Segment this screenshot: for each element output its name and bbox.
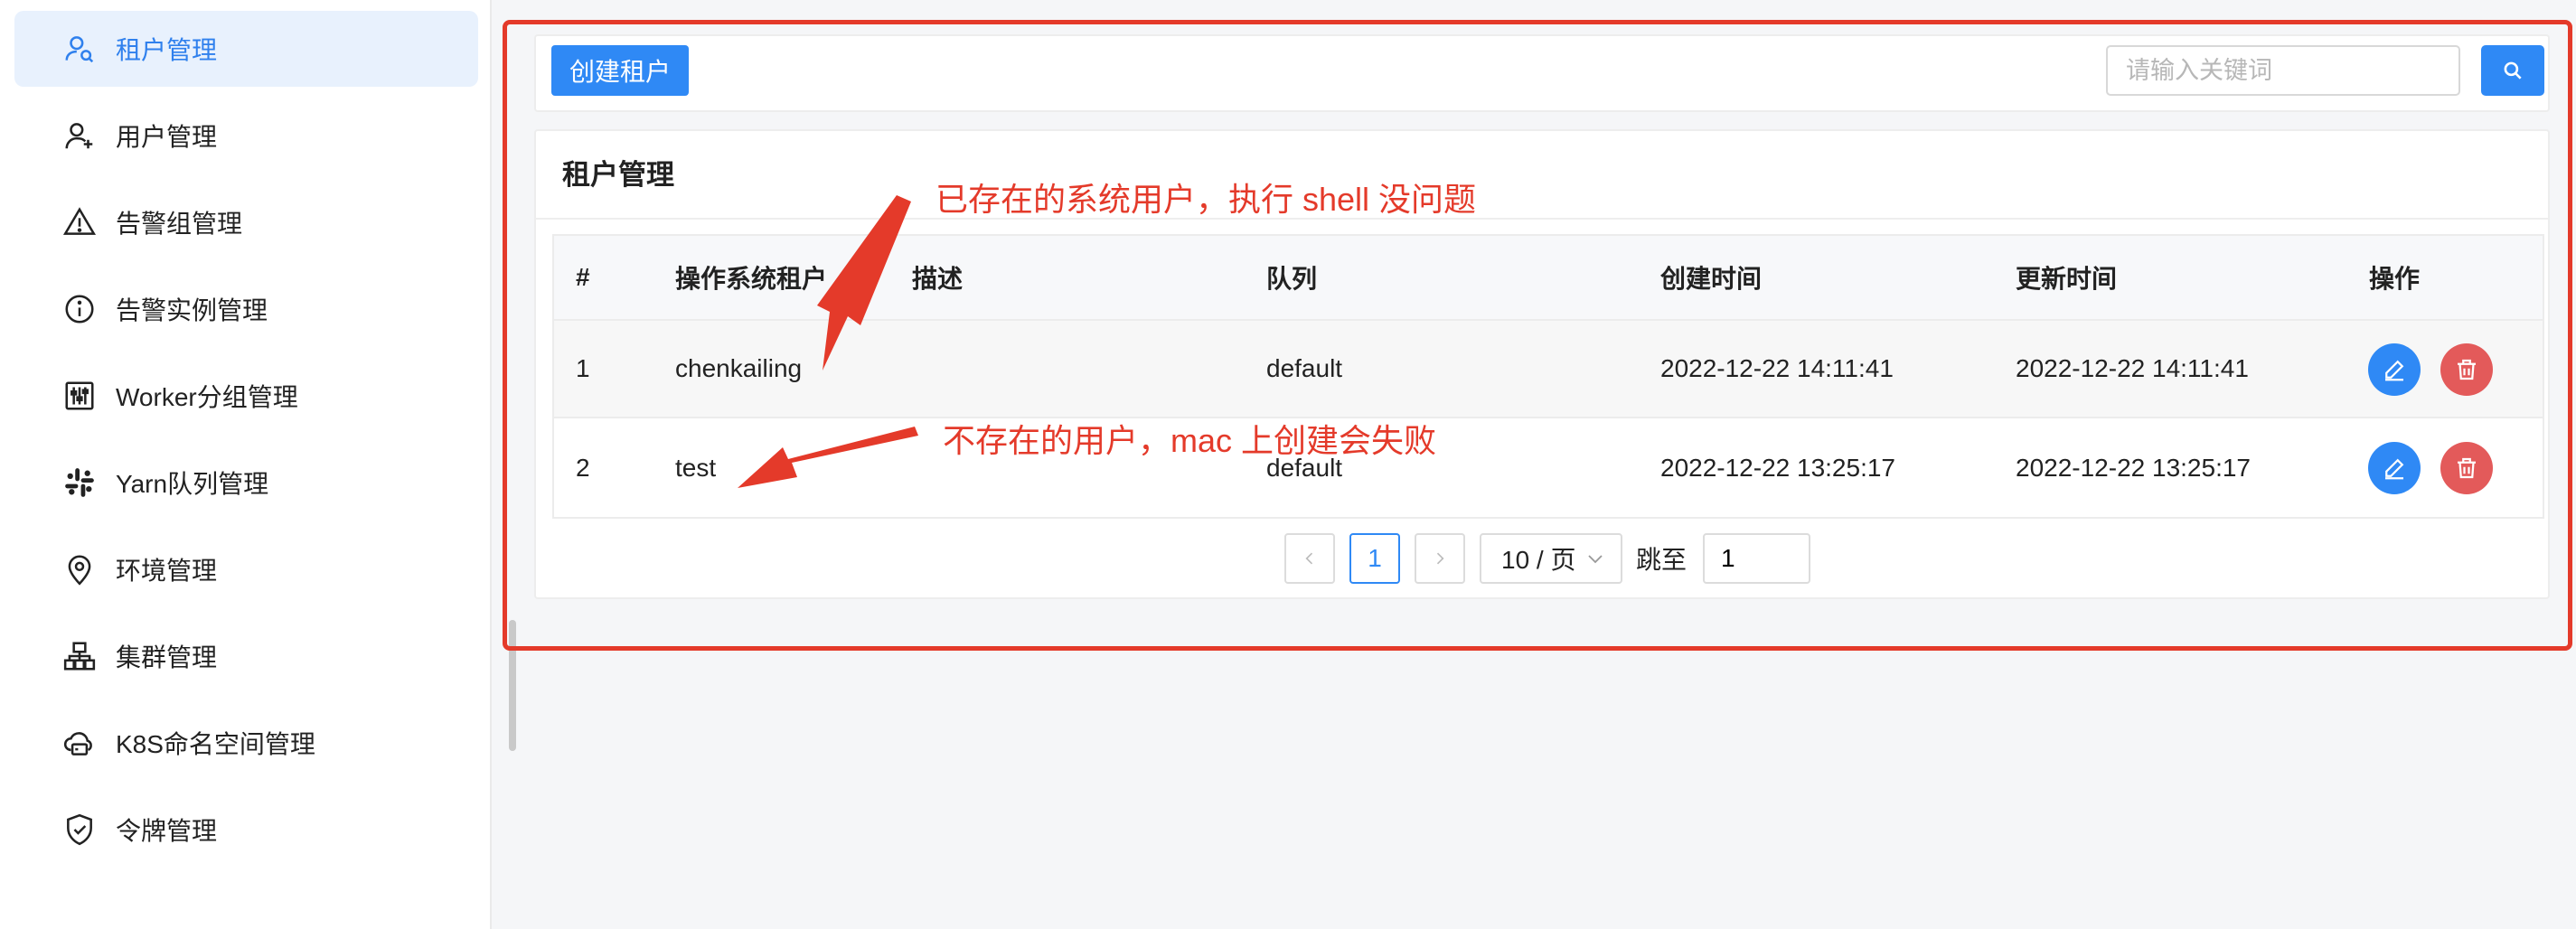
cloud-server-icon [61, 725, 98, 761]
sidebar-item-label: 租户管理 [116, 36, 218, 64]
annotation-top: 已存在的系统用户，执行 shell 没问题 [935, 181, 1477, 218]
sliders-icon [61, 378, 98, 414]
user-add-icon [61, 117, 98, 154]
slack-icon [61, 464, 98, 501]
sidebar-item-label: 环境管理 [116, 557, 218, 585]
sidebar-item-worker-groups[interactable]: Worker分组管理 [14, 358, 478, 434]
annotation-bottom: 不存在的用户，mac 上创建会失败 [943, 422, 1437, 459]
cluster-icon [61, 638, 98, 674]
sidebar-item-label: 告警组管理 [116, 210, 243, 238]
sidebar-item-clusters[interactable]: 集群管理 [14, 618, 478, 694]
sidebar-item-k8s-namespaces[interactable]: K8S命名空间管理 [14, 705, 478, 781]
shield-check-icon [61, 812, 98, 848]
warning-triangle-icon [61, 204, 98, 240]
sidebar-item-tenant[interactable]: 租户管理 [14, 11, 478, 87]
sidebar-item-label: 集群管理 [116, 643, 218, 671]
sidebar-item-label: Yarn队列管理 [116, 470, 269, 498]
sidebar-item-alert-instances[interactable]: 告警实例管理 [14, 271, 478, 347]
sidebar-item-tokens[interactable]: 令牌管理 [14, 792, 478, 868]
sidebar-item-label: 用户管理 [116, 123, 218, 151]
location-pin-icon [61, 551, 98, 587]
sidebar-item-yarn-queues[interactable]: Yarn队列管理 [14, 445, 478, 521]
sidebar-item-label: 令牌管理 [116, 817, 218, 845]
sidebar: 租户管理 用户管理 告警组管理 告警实例管理 Worker分组管理 Yarn队列… [0, 0, 492, 929]
info-circle-icon [61, 291, 98, 327]
sidebar-item-label: K8S命名空间管理 [116, 730, 315, 758]
sidebar-item-label: Worker分组管理 [116, 383, 298, 411]
annotation-frame [503, 20, 2572, 651]
tenant-icon [61, 31, 98, 67]
sidebar-item-label: 告警实例管理 [116, 296, 268, 324]
sidebar-item-alert-groups[interactable]: 告警组管理 [14, 184, 478, 260]
sidebar-item-environments[interactable]: 环境管理 [14, 531, 478, 607]
sidebar-item-users[interactable]: 用户管理 [14, 98, 478, 174]
